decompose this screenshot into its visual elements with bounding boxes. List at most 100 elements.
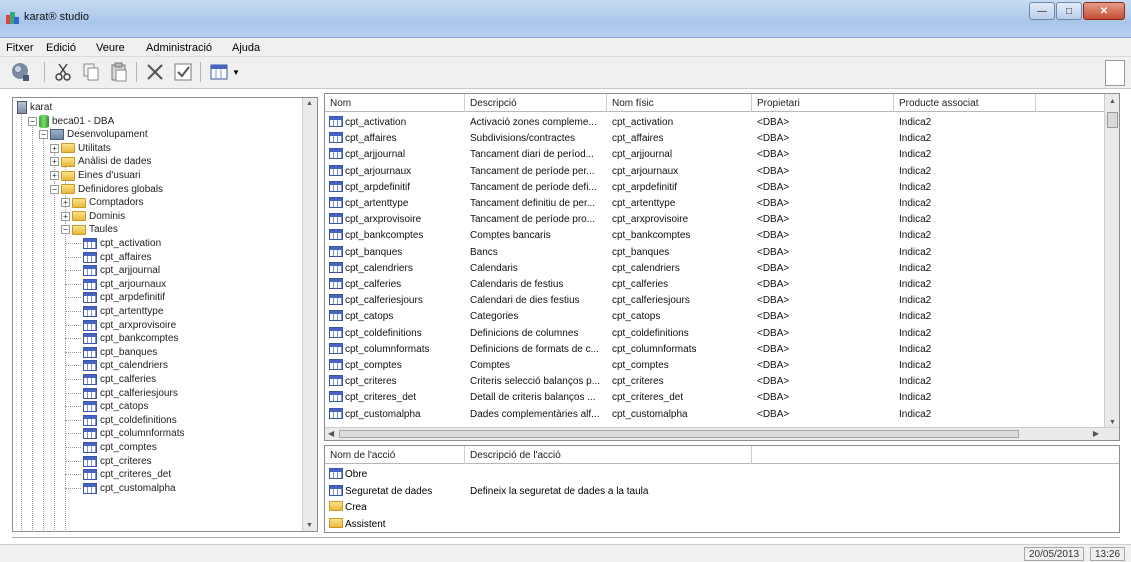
table-row[interactable]: cpt_affaires Subdivisions/contractes cpt_a… — [325, 130, 1105, 146]
menu-veure[interactable]: Veure — [96, 42, 125, 54]
scroll-down-arrow-icon[interactable]: ▼ — [1109, 419, 1116, 426]
tree-node[interactable]: + Comptadors — [61, 196, 143, 209]
scroll-up-arrow-icon[interactable]: ▲ — [306, 100, 313, 107]
column-header-action-description[interactable]: Descripció de l'acció — [465, 446, 752, 464]
tree-node[interactable]: cpt_calendriers — [72, 359, 168, 372]
tree-node[interactable]: cpt_criteres_det — [72, 468, 171, 481]
scroll-thumb[interactable] — [1107, 112, 1118, 128]
table-row[interactable]: cpt_columnformats Definicions de formats … — [325, 341, 1105, 357]
tree-node[interactable]: − Desenvolupament — [39, 128, 148, 141]
collapse-icon[interactable]: − — [50, 184, 59, 194]
tree-node[interactable]: + Dominis — [61, 210, 125, 223]
column-header-propietari[interactable]: Propietari — [752, 94, 894, 112]
tree-node[interactable]: cpt_comptes — [72, 441, 157, 454]
expand-icon[interactable]: + — [61, 211, 70, 221]
column-header-nom-fisic[interactable]: Nom físic — [607, 94, 752, 112]
table-row[interactable]: cpt_calferiesjours Calendari de dies fest… — [325, 292, 1105, 308]
table-row[interactable]: cpt_catops Categories cpt_catops <DBA> Indic… — [325, 308, 1105, 324]
table-row[interactable]: cpt_calendriers Calendaris cpt_calendriers… — [325, 260, 1105, 276]
expand-icon[interactable]: + — [50, 171, 59, 180]
table-row[interactable]: cpt_calferies Calendaris de festius cpt_ca… — [325, 276, 1105, 292]
tree-node[interactable]: cpt_arxprovisoire — [72, 319, 176, 332]
table-row[interactable]: cpt_arjjournal Tancament diari de períod.… — [325, 146, 1105, 162]
tree-scrollbar[interactable]: ▲ ▼ — [302, 98, 317, 531]
delete-button[interactable] — [144, 61, 166, 83]
tree-node[interactable]: cpt_banques — [72, 346, 157, 359]
maximize-button[interactable]: □ — [1056, 2, 1082, 20]
paste-button[interactable] — [108, 61, 130, 83]
menu-ajuda[interactable]: Ajuda — [232, 42, 260, 54]
scroll-down-arrow-icon[interactable]: ▼ — [306, 522, 313, 529]
tree-node[interactable]: − Definidores globals — [50, 183, 163, 196]
table-cell: cpt_calferies — [345, 279, 402, 290]
grid-horizontal-scrollbar[interactable]: ◀ ▶ — [325, 427, 1119, 440]
menu-edicio[interactable]: Edició — [46, 42, 76, 54]
view-grid-button[interactable] — [208, 61, 230, 83]
table-row[interactable]: cpt_arjournaux Tancament de període per..… — [325, 163, 1105, 179]
tree-node[interactable]: cpt_criteres — [72, 455, 152, 468]
table-row[interactable]: cpt_criteres_det Detall de criteris balan… — [325, 389, 1105, 405]
collapse-icon[interactable]: − — [28, 116, 37, 126]
table-row[interactable]: cpt_criteres Criteris selecció balanços p… — [325, 373, 1105, 389]
tree-node[interactable]: cpt_catops — [72, 400, 148, 413]
table-row[interactable]: cpt_comptes Comptes cpt_comptes <DBA> Indica… — [325, 357, 1105, 373]
tree-node[interactable]: cpt_bankcomptes — [72, 332, 178, 345]
menu-administracio[interactable]: Administració — [146, 42, 212, 54]
tree-node[interactable]: cpt_calferiesjours — [72, 387, 178, 400]
view-dropdown-button[interactable]: ▼ — [230, 61, 242, 83]
scroll-up-arrow-icon[interactable]: ▲ — [1109, 98, 1116, 105]
column-header-producte-associat[interactable]: Producte associat — [894, 94, 1036, 112]
table-row[interactable]: cpt_activation Activació zones compleme..… — [325, 114, 1105, 130]
expand-icon[interactable]: + — [50, 143, 59, 153]
expand-icon[interactable]: + — [61, 198, 70, 208]
table-row[interactable]: cpt_arxprovisoire Tancament de període pr… — [325, 211, 1105, 227]
table-row[interactable]: cpt_bankcomptes Comptes bancaris cpt_bankc… — [325, 227, 1105, 243]
tree-node[interactable]: cpt_artenttype — [72, 305, 163, 318]
collapse-icon[interactable]: − — [61, 225, 70, 235]
tree-node[interactable]: + Anàlisi de dades — [50, 155, 151, 168]
table-row[interactable]: cpt_artenttype Tancament definitiu de per… — [325, 195, 1105, 211]
cut-button[interactable] — [52, 61, 74, 83]
collapse-icon[interactable]: − — [39, 130, 48, 140]
grid-vertical-scrollbar[interactable]: ▲ ▼ — [1104, 94, 1119, 429]
menu-fitxer[interactable]: Fitxer — [6, 42, 34, 54]
action-row[interactable]: Assistent — [325, 516, 1105, 532]
tree-node[interactable]: cpt_affaires — [72, 251, 152, 264]
expand-icon[interactable]: + — [50, 157, 59, 167]
column-header-nom[interactable]: Nom — [325, 94, 465, 112]
connect-button[interactable] — [10, 61, 32, 83]
action-row[interactable]: Crea — [325, 499, 1105, 515]
tree-node[interactable]: karat — [17, 101, 52, 114]
table-row[interactable]: cpt_banques Bancs cpt_banques <DBA> Indica2 — [325, 244, 1105, 260]
scroll-left-arrow-icon[interactable]: ◀ — [328, 429, 334, 438]
window-title: karat® studio — [24, 11, 89, 23]
column-header-action-name[interactable]: Nom de l'acció — [325, 446, 465, 464]
check-button[interactable] — [172, 61, 194, 83]
tree-node[interactable]: cpt_arpdefinitif — [72, 291, 165, 304]
horizontal-scroll-thumb[interactable] — [339, 430, 1019, 438]
tree-node[interactable]: + Eines d'usuari — [50, 169, 141, 182]
tree-node[interactable]: cpt_calferies — [72, 373, 156, 386]
horizontal-splitter[interactable] — [12, 537, 1120, 540]
tree-node[interactable]: cpt_columnformats — [72, 427, 184, 440]
table-row[interactable]: cpt_arpdefinitif Tancament de període def… — [325, 179, 1105, 195]
close-button[interactable]: ✕ — [1083, 2, 1125, 20]
column-header-descripcio[interactable]: Descripció — [465, 94, 607, 112]
table-icon — [329, 359, 343, 370]
table-row[interactable]: cpt_coldefinitions Definicions de columne… — [325, 325, 1105, 341]
tree-node[interactable]: − beca01 - DBA — [28, 114, 114, 128]
minimize-button[interactable]: — — [1029, 2, 1055, 20]
action-row[interactable]: Obre — [325, 466, 1105, 482]
tree-node[interactable]: cpt_arjjournal — [72, 264, 160, 277]
table-icon — [83, 333, 97, 345]
table-row[interactable]: cpt_customalpha Dades complementàries alf… — [325, 406, 1105, 422]
tree-node[interactable]: + Utilitats — [50, 142, 111, 155]
tree-node[interactable]: − Taules — [61, 223, 118, 236]
copy-button[interactable] — [80, 61, 102, 83]
action-row[interactable]: Seguretat de dades Defineix la seguretat … — [325, 483, 1105, 499]
tree-node[interactable]: cpt_customalpha — [72, 482, 176, 495]
tree-node[interactable]: cpt_arjournaux — [72, 278, 166, 291]
tree-node[interactable]: cpt_coldefinitions — [72, 414, 177, 427]
scroll-right-arrow-icon[interactable]: ▶ — [1093, 429, 1099, 438]
tree-node[interactable]: cpt_activation — [72, 237, 161, 250]
